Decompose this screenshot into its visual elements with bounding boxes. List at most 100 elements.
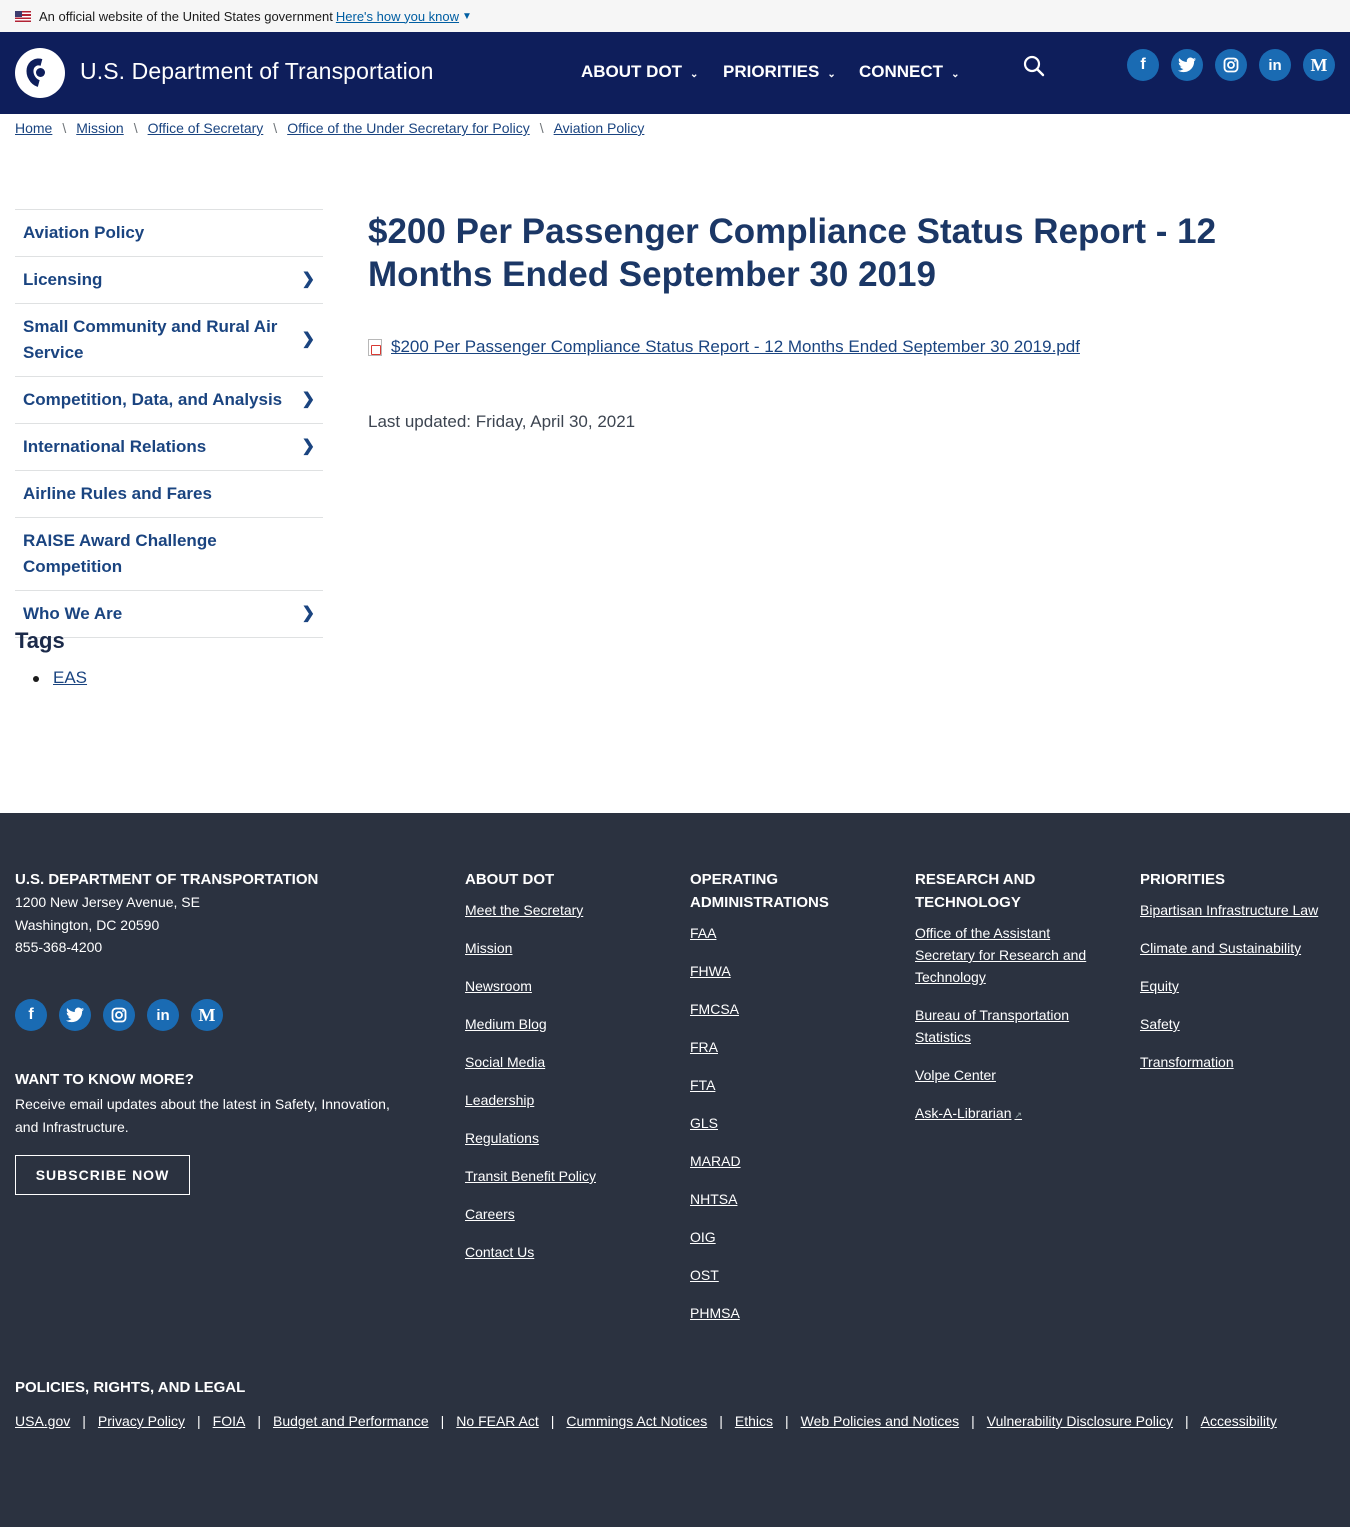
- footer-link[interactable]: Leadership: [465, 1089, 665, 1111]
- legal-link[interactable]: Privacy Policy: [98, 1413, 185, 1429]
- footer-link[interactable]: Bureau of Transportation Statistics: [915, 1004, 1105, 1048]
- legal-links: USA.gov | Privacy Policy | FOIA | Budget an…: [15, 1413, 1277, 1429]
- breadcrumb-under-secretary-policy[interactable]: Office of the Under Secretary for Policy: [287, 120, 530, 136]
- search-icon[interactable]: [1022, 54, 1046, 78]
- instagram-icon[interactable]: [1215, 49, 1247, 81]
- legal-link[interactable]: Budget and Performance: [273, 1413, 429, 1429]
- sidebar-item-small-community[interactable]: Small Community and Rural Air Service ❯: [15, 304, 323, 377]
- side-navigation: Aviation Policy Licensing ❯ Small Commun…: [15, 209, 323, 638]
- footer-link[interactable]: Transit Benefit Policy: [465, 1165, 665, 1187]
- legal-link[interactable]: Cummings Act Notices: [566, 1413, 707, 1429]
- chevron-right-icon[interactable]: ❯: [302, 267, 315, 293]
- legal-link[interactable]: USA.gov: [15, 1413, 70, 1429]
- facebook-icon[interactable]: f: [1127, 49, 1159, 81]
- footer-link[interactable]: Equity: [1140, 975, 1345, 997]
- footer-link[interactable]: Climate and Sustainability: [1140, 937, 1345, 959]
- sidebar-item-competition[interactable]: Competition, Data, and Analysis ❯: [15, 377, 323, 424]
- footer-link[interactable]: Newsroom: [465, 975, 665, 997]
- pdf-download-link[interactable]: $200 Per Passenger Compliance Status Rep…: [391, 337, 1080, 357]
- sidebar-item-raise-award[interactable]: RAISE Award Challenge Competition: [15, 518, 323, 591]
- chevron-right-icon[interactable]: ❯: [302, 327, 315, 353]
- breadcrumb-aviation-policy[interactable]: Aviation Policy: [554, 120, 645, 136]
- footer-phone: 855-368-4200: [15, 939, 103, 955]
- chevron-right-icon[interactable]: ❯: [302, 434, 315, 460]
- footer-link[interactable]: Social Media: [465, 1051, 665, 1073]
- heres-how-you-know-link[interactable]: Here's how you know: [336, 9, 459, 24]
- twitter-icon[interactable]: [1171, 49, 1203, 81]
- medium-icon[interactable]: M: [1303, 49, 1335, 81]
- twitter-icon[interactable]: [59, 999, 91, 1031]
- footer-social-links: f in M: [15, 999, 235, 1031]
- footer-link[interactable]: Volpe Center: [915, 1064, 1105, 1086]
- legal-link[interactable]: Ethics: [735, 1413, 773, 1429]
- footer-link[interactable]: NHTSA: [690, 1188, 890, 1210]
- separator: |: [82, 1413, 86, 1429]
- instagram-icon[interactable]: [103, 999, 135, 1031]
- footer-link[interactable]: Contact Us: [465, 1241, 665, 1263]
- sidebar-item-international-relations[interactable]: International Relations ❯: [15, 424, 323, 471]
- separator: |: [784, 1413, 789, 1429]
- footer-link[interactable]: PHMSA: [690, 1302, 890, 1324]
- dot-logo-icon[interactable]: [15, 48, 65, 98]
- footer-about-dot: ABOUT DOT Meet the Secretary Mission New…: [465, 868, 665, 1279]
- footer-link[interactable]: Medium Blog: [465, 1013, 665, 1035]
- separator: |: [257, 1413, 261, 1429]
- chevron-down-icon[interactable]: ▼: [462, 11, 472, 22]
- footer-link[interactable]: OIG: [690, 1226, 890, 1248]
- nav-label: CONNECT: [859, 62, 944, 81]
- footer-link[interactable]: FHWA: [690, 960, 890, 982]
- nav-about-dot[interactable]: ABOUT DOT ⌄: [581, 62, 698, 82]
- breadcrumb-home[interactable]: Home: [15, 120, 52, 136]
- want-to-know-heading: WANT TO KNOW MORE?: [15, 1071, 194, 1088]
- legal-link[interactable]: Accessibility: [1201, 1413, 1277, 1429]
- footer-link-ask-a-librarian[interactable]: Ask-A-Librarian ↗: [915, 1102, 1105, 1126]
- tag-link[interactable]: EAS: [53, 668, 87, 687]
- medium-icon[interactable]: M: [191, 999, 223, 1031]
- breadcrumb: Home \ Mission \ Office of Secretary \ O…: [15, 120, 644, 136]
- sidebar-item-licensing[interactable]: Licensing ❯: [15, 257, 323, 304]
- footer-link[interactable]: FMCSA: [690, 998, 890, 1020]
- sidebar-item-label: International Relations: [23, 437, 207, 456]
- legal-link[interactable]: FOIA: [213, 1413, 246, 1429]
- legal-link[interactable]: No FEAR Act: [456, 1413, 538, 1429]
- site-title[interactable]: U.S. Department of Transportation: [80, 58, 434, 85]
- nav-connect[interactable]: CONNECT ⌄: [859, 62, 959, 82]
- nav-priorities[interactable]: PRIORITIES ⌄: [723, 62, 836, 82]
- footer-link[interactable]: FAA: [690, 922, 890, 944]
- footer-link[interactable]: Regulations: [465, 1127, 665, 1149]
- breadcrumb-separator: \: [133, 120, 138, 136]
- footer-link[interactable]: FTA: [690, 1074, 890, 1096]
- footer-priorities: PRIORITIES Bipartisan Infrastructure Law…: [1140, 868, 1345, 1089]
- footer-link[interactable]: MARAD: [690, 1150, 890, 1172]
- separator: |: [971, 1413, 975, 1429]
- chevron-down-icon: ⌄: [827, 68, 836, 80]
- sidebar-item-label: Competition, Data, and Analysis: [23, 390, 283, 409]
- sidebar-item-airline-rules[interactable]: Airline Rules and Fares: [15, 471, 323, 518]
- linkedin-icon[interactable]: in: [147, 999, 179, 1031]
- legal-link[interactable]: Vulnerability Disclosure Policy: [987, 1413, 1173, 1429]
- facebook-icon[interactable]: f: [15, 999, 47, 1031]
- footer-link[interactable]: Meet the Secretary: [465, 899, 665, 921]
- footer-link[interactable]: OST: [690, 1264, 890, 1286]
- linkedin-icon[interactable]: in: [1259, 49, 1291, 81]
- footer-link[interactable]: Careers: [465, 1203, 665, 1225]
- footer-link[interactable]: Mission: [465, 937, 665, 959]
- footer-link[interactable]: FRA: [690, 1036, 890, 1058]
- footer-link[interactable]: GLS: [690, 1112, 890, 1134]
- sidebar-item-label: Who We Are: [23, 604, 123, 623]
- separator: |: [197, 1413, 201, 1429]
- bullet-icon: [33, 675, 39, 682]
- footer-link[interactable]: Safety: [1140, 1013, 1345, 1035]
- sidebar-item-aviation-policy[interactable]: Aviation Policy: [15, 210, 323, 257]
- chevron-down-icon: ⌄: [951, 68, 960, 80]
- subscribe-now-button[interactable]: SUBSCRIBE NOW: [15, 1155, 190, 1195]
- legal-link[interactable]: Web Policies and Notices: [801, 1413, 959, 1429]
- footer-link[interactable]: Bipartisan Infrastructure Law: [1140, 899, 1345, 921]
- breadcrumb-office-of-secretary[interactable]: Office of Secretary: [148, 120, 264, 136]
- footer-link[interactable]: Office of the Assistant Secretary for Re…: [915, 922, 1105, 988]
- breadcrumb-mission[interactable]: Mission: [76, 120, 123, 136]
- separator: |: [1184, 1413, 1189, 1429]
- chevron-right-icon[interactable]: ❯: [302, 601, 315, 627]
- footer-link[interactable]: Transformation: [1140, 1051, 1345, 1073]
- chevron-right-icon[interactable]: ❯: [302, 387, 315, 413]
